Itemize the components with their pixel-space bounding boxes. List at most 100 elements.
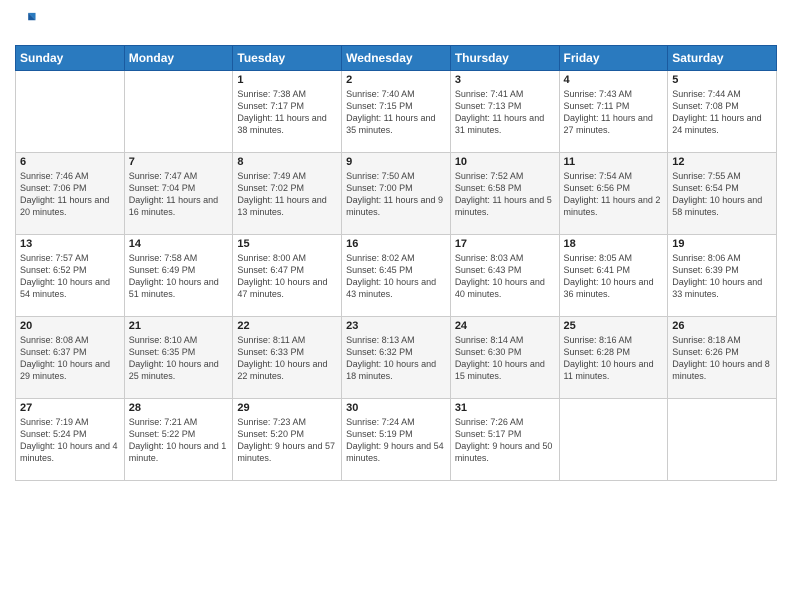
day-cell: 9 Sunrise: 7:50 AM Sunset: 7:00 PM Daylig… xyxy=(342,153,451,235)
day-number: 1 xyxy=(237,74,337,86)
day-cell: 13 Sunrise: 7:57 AM Sunset: 6:52 PM Dayli… xyxy=(16,235,125,317)
day-info: Sunrise: 7:57 AM Sunset: 6:52 PM Dayligh… xyxy=(20,252,120,301)
day-number: 5 xyxy=(672,74,772,86)
day-number: 22 xyxy=(237,320,337,332)
day-info: Sunrise: 8:02 AM Sunset: 6:45 PM Dayligh… xyxy=(346,252,446,301)
day-number: 25 xyxy=(564,320,664,332)
header-cell-monday: Monday xyxy=(124,46,233,71)
day-info: Sunrise: 8:18 AM Sunset: 6:26 PM Dayligh… xyxy=(672,334,772,383)
day-info: Sunrise: 8:08 AM Sunset: 6:37 PM Dayligh… xyxy=(20,334,120,383)
week-row-4: 27 Sunrise: 7:19 AM Sunset: 5:24 PM Dayli… xyxy=(16,399,777,481)
day-cell: 30 Sunrise: 7:24 AM Sunset: 5:19 PM Dayli… xyxy=(342,399,451,481)
day-info: Sunrise: 7:46 AM Sunset: 7:06 PM Dayligh… xyxy=(20,170,120,219)
day-number: 18 xyxy=(564,238,664,250)
day-cell: 15 Sunrise: 8:00 AM Sunset: 6:47 PM Dayli… xyxy=(233,235,342,317)
day-cell: 12 Sunrise: 7:55 AM Sunset: 6:54 PM Dayli… xyxy=(668,153,777,235)
day-info: Sunrise: 7:38 AM Sunset: 7:17 PM Dayligh… xyxy=(237,88,337,137)
day-info: Sunrise: 7:50 AM Sunset: 7:00 PM Dayligh… xyxy=(346,170,446,219)
header xyxy=(15,10,777,37)
logo xyxy=(15,10,39,37)
day-number: 30 xyxy=(346,402,446,414)
day-number: 26 xyxy=(672,320,772,332)
day-cell: 17Sunrise: 8:03 AM Sunset: 6:43 PM Dayli… xyxy=(450,235,559,317)
day-cell xyxy=(559,399,668,481)
day-info: Sunrise: 8:10 AM Sunset: 6:35 PM Dayligh… xyxy=(129,334,229,383)
day-cell: 5 Sunrise: 7:44 AM Sunset: 7:08 PM Daylig… xyxy=(668,71,777,153)
day-number: 10 xyxy=(455,156,555,168)
day-cell: 19 Sunrise: 8:06 AM Sunset: 6:39 PM Dayli… xyxy=(668,235,777,317)
day-cell xyxy=(16,71,125,153)
day-number: 9 xyxy=(346,156,446,168)
header-cell-friday: Friday xyxy=(559,46,668,71)
day-number: 11 xyxy=(564,156,664,168)
day-number: 16 xyxy=(346,238,446,250)
day-number: 15 xyxy=(237,238,337,250)
day-cell: 31 Sunrise: 7:26 AM Sunset: 5:17 PM Dayli… xyxy=(450,399,559,481)
header-cell-thursday: Thursday xyxy=(450,46,559,71)
day-info: Sunrise: 7:19 AM Sunset: 5:24 PM Dayligh… xyxy=(20,416,120,465)
day-cell: 22 Sunrise: 8:11 AM Sunset: 6:33 PM Dayli… xyxy=(233,317,342,399)
day-number: 31 xyxy=(455,402,555,414)
week-row-2: 13 Sunrise: 7:57 AM Sunset: 6:52 PM Dayli… xyxy=(16,235,777,317)
header-cell-sunday: Sunday xyxy=(16,46,125,71)
day-number: 20 xyxy=(20,320,120,332)
day-cell: 21 Sunrise: 8:10 AM Sunset: 6:35 PM Dayli… xyxy=(124,317,233,399)
day-cell: 7 Sunrise: 7:47 AM Sunset: 7:04 PM Daylig… xyxy=(124,153,233,235)
day-info: Sunrise: 7:55 AM Sunset: 6:54 PM Dayligh… xyxy=(672,170,772,219)
day-cell: 20 Sunrise: 8:08 AM Sunset: 6:37 PM Dayli… xyxy=(16,317,125,399)
week-row-1: 6Sunrise: 7:46 AM Sunset: 7:06 PM Daylig… xyxy=(16,153,777,235)
day-info: Sunrise: 8:14 AM Sunset: 6:30 PM Dayligh… xyxy=(455,334,555,383)
day-info: Sunrise: 7:40 AM Sunset: 7:15 PM Dayligh… xyxy=(346,88,446,137)
day-number: 7 xyxy=(129,156,229,168)
day-info: Sunrise: 8:05 AM Sunset: 6:41 PM Dayligh… xyxy=(564,252,664,301)
day-number: 23 xyxy=(346,320,446,332)
day-number: 21 xyxy=(129,320,229,332)
day-info: Sunrise: 7:58 AM Sunset: 6:49 PM Dayligh… xyxy=(129,252,229,301)
day-number: 14 xyxy=(129,238,229,250)
day-cell: 26 Sunrise: 8:18 AM Sunset: 6:26 PM Dayli… xyxy=(668,317,777,399)
logo-icon xyxy=(15,10,37,32)
day-info: Sunrise: 7:47 AM Sunset: 7:04 PM Dayligh… xyxy=(129,170,229,219)
day-cell: 2Sunrise: 7:40 AM Sunset: 7:15 PM Daylig… xyxy=(342,71,451,153)
day-number: 27 xyxy=(20,402,120,414)
day-info: Sunrise: 7:44 AM Sunset: 7:08 PM Dayligh… xyxy=(672,88,772,137)
day-number: 13 xyxy=(20,238,120,250)
day-number: 24 xyxy=(455,320,555,332)
day-number: 29 xyxy=(237,402,337,414)
day-info: Sunrise: 7:49 AM Sunset: 7:02 PM Dayligh… xyxy=(237,170,337,219)
day-cell: 18 Sunrise: 8:05 AM Sunset: 6:41 PM Dayli… xyxy=(559,235,668,317)
day-info: Sunrise: 7:41 AM Sunset: 7:13 PM Dayligh… xyxy=(455,88,555,137)
day-info: Sunrise: 7:24 AM Sunset: 5:19 PM Dayligh… xyxy=(346,416,446,465)
day-info: Sunrise: 7:43 AM Sunset: 7:11 PM Dayligh… xyxy=(564,88,664,137)
day-info: Sunrise: 7:26 AM Sunset: 5:17 PM Dayligh… xyxy=(455,416,555,465)
day-info: Sunrise: 8:06 AM Sunset: 6:39 PM Dayligh… xyxy=(672,252,772,301)
day-cell: 24 Sunrise: 8:14 AM Sunset: 6:30 PM Dayli… xyxy=(450,317,559,399)
day-info: Sunrise: 8:16 AM Sunset: 6:28 PM Dayligh… xyxy=(564,334,664,383)
day-info: Sunrise: 7:23 AM Sunset: 5:20 PM Dayligh… xyxy=(237,416,337,465)
day-cell xyxy=(668,399,777,481)
day-number: 8 xyxy=(237,156,337,168)
day-number: 3 xyxy=(455,74,555,86)
day-cell: 27 Sunrise: 7:19 AM Sunset: 5:24 PM Dayli… xyxy=(16,399,125,481)
week-row-0: 1 Sunrise: 7:38 AM Sunset: 7:17 PM Daylig… xyxy=(16,71,777,153)
day-cell: 3 Sunrise: 7:41 AM Sunset: 7:13 PM Daylig… xyxy=(450,71,559,153)
day-cell: 8 Sunrise: 7:49 AM Sunset: 7:02 PM Daylig… xyxy=(233,153,342,235)
day-info: Sunrise: 7:21 AM Sunset: 5:22 PM Dayligh… xyxy=(129,416,229,465)
calendar-table: SundayMondayTuesdayWednesdayThursdayFrid… xyxy=(15,45,777,481)
header-row: SundayMondayTuesdayWednesdayThursdayFrid… xyxy=(16,46,777,71)
header-cell-wednesday: Wednesday xyxy=(342,46,451,71)
day-cell: 11Sunrise: 7:54 AM Sunset: 6:56 PM Dayli… xyxy=(559,153,668,235)
day-cell: 29 Sunrise: 7:23 AM Sunset: 5:20 PM Dayli… xyxy=(233,399,342,481)
day-info: Sunrise: 8:03 AM Sunset: 6:43 PM Dayligh… xyxy=(455,252,555,301)
day-info: Sunrise: 8:11 AM Sunset: 6:33 PM Dayligh… xyxy=(237,334,337,383)
header-cell-tuesday: Tuesday xyxy=(233,46,342,71)
week-row-3: 20 Sunrise: 8:08 AM Sunset: 6:37 PM Dayli… xyxy=(16,317,777,399)
day-number: 12 xyxy=(672,156,772,168)
day-number: 19 xyxy=(672,238,772,250)
day-cell: 28 Sunrise: 7:21 AM Sunset: 5:22 PM Dayli… xyxy=(124,399,233,481)
day-cell: 25 Sunrise: 8:16 AM Sunset: 6:28 PM Dayli… xyxy=(559,317,668,399)
day-cell: 10Sunrise: 7:52 AM Sunset: 6:58 PM Dayli… xyxy=(450,153,559,235)
day-cell: 16 Sunrise: 8:02 AM Sunset: 6:45 PM Dayli… xyxy=(342,235,451,317)
day-number: 28 xyxy=(129,402,229,414)
day-info: Sunrise: 8:00 AM Sunset: 6:47 PM Dayligh… xyxy=(237,252,337,301)
